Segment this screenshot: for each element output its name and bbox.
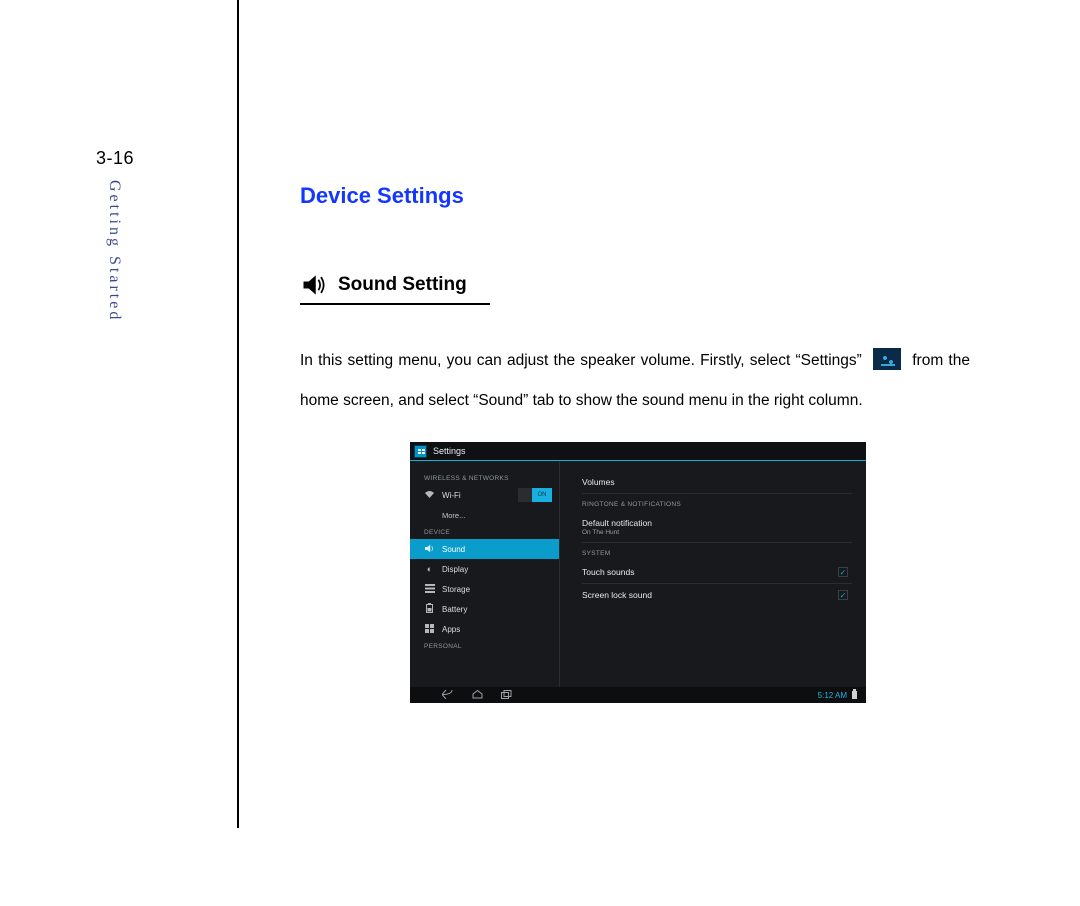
storage-icon — [424, 584, 435, 595]
sidebar-item-label: Storage — [442, 585, 470, 594]
android-settings-screenshot: Settings WIRELESS & NETWORKS Wi-Fi ON — [410, 442, 866, 703]
apps-icon — [424, 624, 435, 635]
subheading-sound-setting: Sound Setting — [338, 274, 467, 296]
sidebar-item-label: Apps — [442, 625, 460, 634]
subheading-row: Sound Setting — [300, 271, 490, 305]
setting-row-touch-sounds[interactable]: Touch sounds ✓ — [582, 561, 852, 584]
wifi-toggle-state: ON — [532, 488, 552, 502]
body-paragraph: In this setting menu, you can adjust the… — [300, 341, 970, 420]
setting-label: Screen lock sound — [582, 590, 852, 600]
checkbox-icon[interactable]: ✓ — [838, 567, 848, 577]
sidebar-cat-device: DEVICE — [410, 525, 559, 539]
app-title: Settings — [433, 446, 466, 456]
nav-recent-icon[interactable] — [501, 690, 512, 701]
wifi-icon — [424, 490, 435, 501]
sidebar-item-label: Display — [442, 565, 468, 574]
setting-label: Touch sounds — [582, 567, 852, 577]
setting-label: Volumes — [582, 477, 852, 487]
nav-back-icon[interactable] — [442, 690, 454, 701]
paragraph-text-1: In this setting menu, you can adjust the… — [300, 352, 862, 369]
sidebar-item-label: Sound — [442, 545, 465, 554]
nav-home-icon[interactable] — [472, 690, 483, 701]
sidebar-cat-wireless: WIRELESS & NETWORKS — [410, 471, 559, 485]
setting-row-volumes[interactable]: Volumes — [582, 471, 852, 494]
heading-device-settings: Device Settings — [300, 183, 970, 209]
settings-header-icon — [414, 445, 427, 458]
setting-row-default-notification[interactable]: Default notification On The Hunt — [582, 512, 852, 543]
status-time: 5:12 AM — [818, 691, 847, 700]
main-cat-system: SYSTEM — [582, 543, 852, 561]
android-navbar: 5:12 AM — [410, 687, 866, 703]
setting-sublabel: On The Hunt — [582, 529, 852, 536]
settings-app-icon — [873, 348, 901, 370]
speaker-icon — [300, 271, 328, 299]
settings-main-pane: Volumes RINGTONE & NOTIFICATIONS Default… — [560, 461, 866, 687]
sidebar-cat-personal: PERSONAL — [410, 639, 559, 653]
wifi-toggle[interactable]: ON — [518, 488, 552, 502]
battery-status-icon — [852, 691, 857, 699]
sidebar-item-battery[interactable]: Battery — [410, 599, 559, 619]
display-icon: ◐ — [424, 564, 435, 574]
sidebar-item-more[interactable]: More... — [410, 505, 559, 525]
sidebar-item-label: More... — [442, 511, 465, 520]
sidebar-item-label: Wi-Fi — [442, 491, 461, 500]
sidebar-item-display[interactable]: ◐ Display — [410, 559, 559, 579]
setting-row-screen-lock-sound[interactable]: Screen lock sound ✓ — [582, 584, 852, 606]
setting-label: Default notification — [582, 518, 852, 528]
sidebar-item-wifi[interactable]: Wi-Fi ON — [410, 485, 559, 505]
settings-sidebar: WIRELESS & NETWORKS Wi-Fi ON More... D — [410, 461, 560, 687]
battery-icon — [424, 603, 435, 615]
sidebar-item-label: Battery — [442, 605, 467, 614]
main-cat-ringtone: RINGTONE & NOTIFICATIONS — [582, 494, 852, 512]
app-header: Settings — [410, 442, 866, 461]
sidebar-item-apps[interactable]: Apps — [410, 619, 559, 639]
sidebar-item-sound[interactable]: Sound — [410, 539, 559, 559]
sidebar-item-storage[interactable]: Storage — [410, 579, 559, 599]
checkbox-icon[interactable]: ✓ — [838, 590, 848, 600]
section-label: Getting Started — [105, 180, 123, 322]
sound-icon — [424, 544, 435, 555]
page-number: 3-16 — [96, 148, 134, 169]
